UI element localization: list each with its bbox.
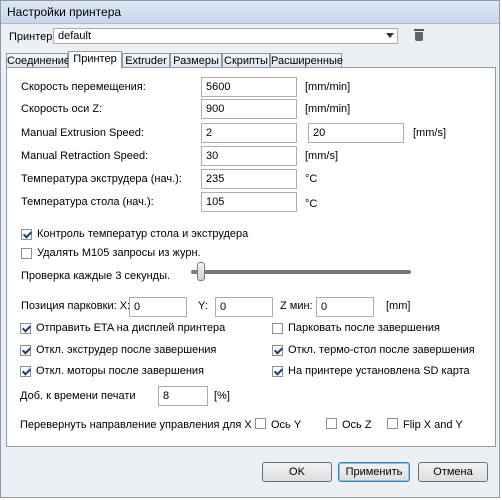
- tab-scripts[interactable]: Скрипты: [222, 53, 270, 67]
- disable-bed-label: Откл. термо-стол после завершения: [288, 344, 475, 356]
- trash-lid: [414, 29, 424, 31]
- ok-button[interactable]: OK: [262, 462, 332, 482]
- manual-extrusion-min-input[interactable]: 2: [201, 123, 297, 143]
- manual-retraction-unit: [mm/s]: [305, 150, 338, 162]
- park-y-label: Y:: [198, 300, 208, 312]
- manual-extrusion-unit: [mm/s]: [413, 127, 446, 139]
- park-y-input[interactable]: 0: [215, 297, 273, 317]
- move-speed-unit: [mm/min]: [305, 81, 351, 93]
- park-after-label: Парковать после завершения: [288, 322, 441, 334]
- print-time-unit: [%]: [214, 390, 230, 402]
- invert-z-checkbox[interactable]: [326, 418, 337, 429]
- z-speed-input[interactable]: 900: [201, 99, 297, 119]
- disable-extruder-checkbox[interactable]: [20, 345, 31, 356]
- tab-extruder[interactable]: Extruder: [122, 53, 170, 67]
- print-time-input[interactable]: 8: [158, 386, 208, 406]
- disable-bed-checkbox[interactable]: [272, 345, 283, 356]
- park-z-input[interactable]: 0: [316, 297, 374, 317]
- tab-printer[interactable]: Принтер: [68, 51, 122, 68]
- check-interval-label: Проверка каждые 3 секунды.: [21, 270, 171, 282]
- tab-advanced[interactable]: Расширенные: [270, 53, 343, 67]
- printer-settings-window: Настройки принтера Принтер: default Соед…: [0, 0, 500, 498]
- disable-motors-checkbox[interactable]: [20, 366, 31, 377]
- flip-xy-label: Flip X and Y: [403, 419, 463, 431]
- park-unit: [mm]: [386, 300, 411, 312]
- invert-axes-label: Перевернуть направление управления для X: [20, 419, 252, 431]
- manual-extrusion-label: Manual Extrusion Speed:: [21, 127, 144, 139]
- park-after-checkbox[interactable]: [272, 323, 283, 334]
- extruder-temp-input[interactable]: 235: [201, 169, 297, 189]
- temp-control-label: Контроль температур стола и экструдера: [37, 228, 249, 240]
- window-title: Настройки принтера: [7, 5, 122, 19]
- move-speed-input[interactable]: 5600: [201, 77, 297, 97]
- tab-connection[interactable]: Соединение: [6, 53, 70, 67]
- sd-card-checkbox[interactable]: [272, 366, 283, 377]
- disable-extruder-label: Откл. экструдер после завершения: [36, 344, 217, 356]
- extruder-temp-unit: °C: [305, 173, 318, 185]
- send-eta-label: Отправить ETA на дисплей принтера: [36, 322, 226, 334]
- flip-xy-checkbox[interactable]: [387, 418, 398, 429]
- invert-z-label: Ось Z: [342, 419, 372, 431]
- send-eta-checkbox[interactable]: [20, 323, 31, 334]
- printer-select[interactable]: default: [53, 28, 398, 44]
- printer-label: Принтер:: [9, 31, 56, 43]
- park-x-input[interactable]: 0: [129, 297, 187, 317]
- invert-y-label: Ось Y: [271, 419, 302, 431]
- tab-dimensions[interactable]: Размеры: [170, 53, 222, 67]
- printer-select-value: default: [58, 30, 92, 42]
- trash-can: [415, 32, 423, 41]
- manual-extrusion-max-input[interactable]: 20: [308, 123, 404, 143]
- remove-m105-label: Удалять M105 запросы из журн.: [37, 247, 201, 259]
- temp-control-checkbox[interactable]: [21, 229, 32, 240]
- check-interval-track: [191, 270, 411, 274]
- bed-temp-label: Температура стола (нач.):: [21, 196, 154, 208]
- park-z-label: Z мин:: [280, 300, 313, 312]
- bed-temp-input[interactable]: 105: [201, 192, 297, 212]
- invert-y-checkbox[interactable]: [255, 418, 266, 429]
- z-speed-unit: [mm/min]: [305, 103, 351, 115]
- sd-card-label: На принтере установлена SD карта: [288, 365, 470, 377]
- bed-temp-unit: °C: [305, 198, 318, 210]
- title-bar[interactable]: Настройки принтера: [1, 1, 499, 24]
- manual-retraction-input[interactable]: 30: [201, 146, 297, 166]
- trash-icon[interactable]: [414, 29, 424, 41]
- extruder-temp-label: Температура экструдера (нач.):: [21, 173, 182, 185]
- z-speed-label: Скорость оси Z:: [21, 103, 103, 115]
- cancel-button[interactable]: Отмена: [418, 462, 488, 482]
- manual-retraction-label: Manual Retraction Speed:: [21, 150, 149, 162]
- disable-motors-label: Откл. моторы после завершения: [36, 365, 205, 377]
- park-position-label: Позиция парковки: X:: [21, 300, 131, 312]
- chevron-down-icon: [386, 33, 394, 38]
- move-speed-label: Скорость перемещения:: [21, 81, 146, 93]
- print-time-label: Доб. к времени печати: [20, 390, 136, 402]
- apply-button[interactable]: Применить: [338, 462, 410, 482]
- remove-m105-checkbox[interactable]: [21, 248, 32, 259]
- check-interval-slider[interactable]: [197, 262, 205, 281]
